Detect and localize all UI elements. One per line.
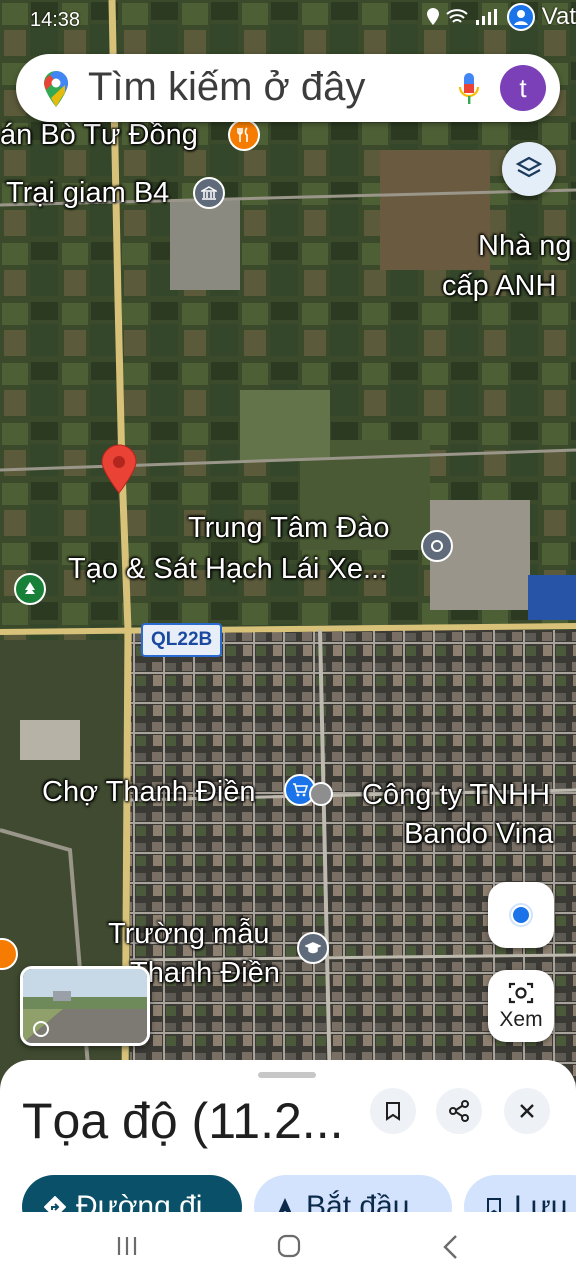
bookmark-icon [386,1102,400,1121]
bookmark-button[interactable] [370,1088,416,1134]
map-label-market[interactable]: Chợ Thanh Điền [42,776,256,809]
my-location-icon [509,903,533,927]
account-avatar[interactable]: t [500,65,546,111]
map-label-school-line2[interactable]: Thanh Điền [130,957,280,990]
location-pin-icon[interactable] [100,444,138,494]
place-marker-icon[interactable] [421,530,453,562]
share-button[interactable] [436,1088,482,1134]
close-button[interactable] [504,1088,550,1134]
status-bar: 14:38 Vat [0,0,576,40]
status-carrier: Vat [541,3,576,30]
location-status-icon [426,8,439,25]
school-icon[interactable] [297,932,329,964]
microphone-icon[interactable] [458,72,480,106]
map-label-house-line1[interactable]: Nhà ng [478,230,572,263]
map-label-training-line1[interactable]: Trung Tâm Đào [188,512,389,545]
view-lens-button[interactable]: Xem [488,970,554,1042]
search-bar[interactable]: Tìm kiếm ở đây t [16,54,560,122]
wifi-icon [446,9,468,23]
street-view-thumbnail[interactable] [20,966,150,1046]
profile-badge-icon [506,3,535,31]
search-input[interactable]: Tìm kiếm ở đây [88,65,365,110]
map-label-house-line2[interactable]: cấp ANH [442,270,556,303]
government-building-icon[interactable] [193,177,225,209]
system-nav-bar [0,1212,576,1280]
camera-lens-icon [508,982,534,1004]
road-shield: QL22B [141,623,223,657]
view-button-label: Xem [499,1008,543,1031]
restaurant-icon[interactable] [228,119,260,151]
sheet-drag-handle[interactable] [258,1072,316,1078]
place-title: Tọa độ (11.2... [22,1093,344,1149]
map-label-training-line2[interactable]: Tạo & Sát Hạch Lái Xe... [68,553,387,586]
layers-button[interactable] [502,142,556,196]
maps-logo-icon [44,71,68,107]
home-icon[interactable] [277,1234,301,1258]
map-label-restaurant[interactable]: án Bò Tư Đồng [0,119,198,152]
recent-apps-icon[interactable] [116,1236,138,1256]
status-time: 14:38 [30,9,81,31]
map-label-prison[interactable]: Trại giam B4 [6,177,169,210]
my-location-button[interactable] [488,882,554,948]
park-tree-icon[interactable] [14,573,46,605]
close-icon [520,1104,534,1118]
map-label-school-line1[interactable]: Trường mẫu [108,918,269,951]
map-label-company-line2[interactable]: Bando Vina [404,818,553,851]
share-icon [449,1100,469,1122]
signal-icon [475,9,497,25]
back-icon[interactable] [442,1234,458,1260]
layers-icon [515,156,543,178]
poi-dot-icon[interactable] [309,782,333,806]
map-label-company-line1[interactable]: Công ty TNHH [362,779,550,812]
